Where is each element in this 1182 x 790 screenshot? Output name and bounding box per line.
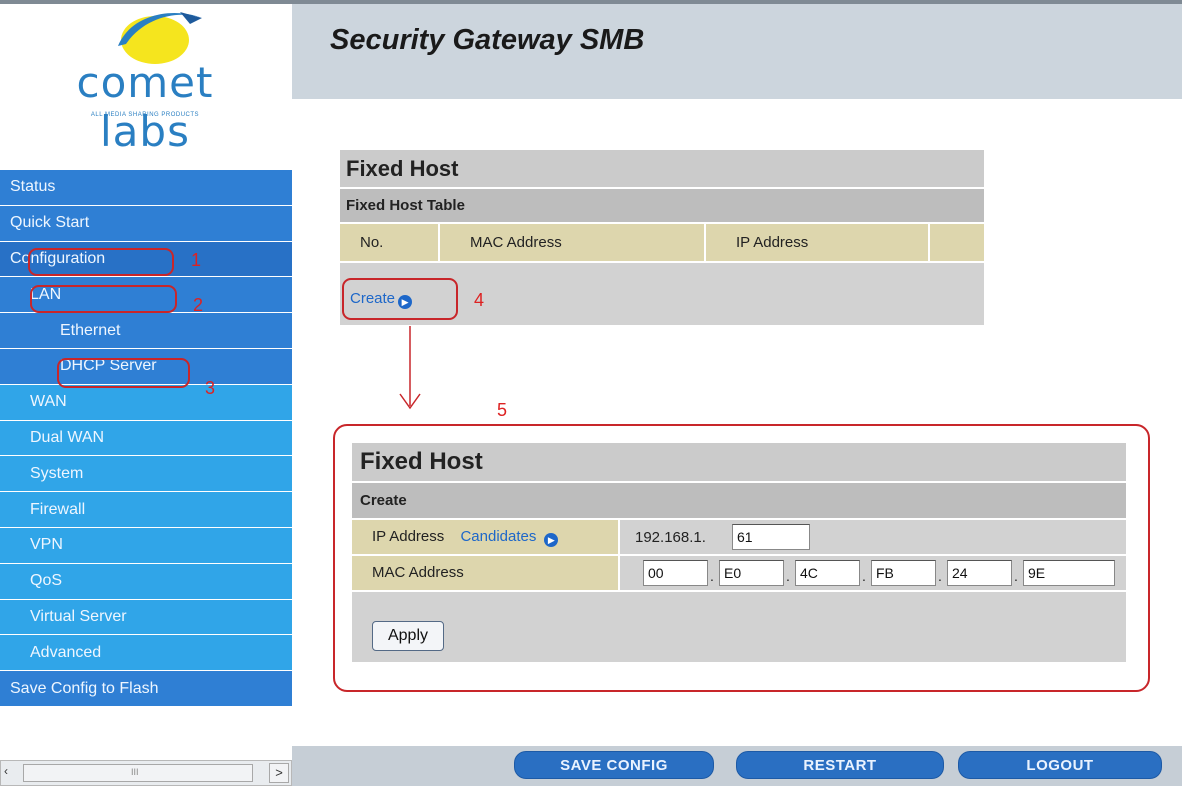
mac-octet-2-input[interactable]: E0 [719, 560, 784, 586]
candidates-link[interactable]: Candidates ▶ [460, 528, 559, 547]
logo-text: comet labs [76, 58, 214, 156]
annotation-number-5: 5 [497, 400, 508, 420]
column-header-ip: IP Address [706, 224, 928, 261]
sidebar-item-label: System [30, 464, 84, 482]
sidebar-item-system[interactable]: System [0, 456, 292, 493]
mac-address-label: MAC Address [372, 564, 464, 581]
highlight-dhcp-server [57, 358, 190, 388]
ip-address-label: IP Address [372, 528, 445, 545]
arrow-down-icon [399, 326, 421, 410]
highlight-lan [30, 285, 177, 313]
sidebar-item-label: VPN [30, 536, 63, 554]
sidebar-item-qos[interactable]: QoS [0, 563, 292, 600]
save-config-button[interactable]: SAVE CONFIG [514, 751, 714, 779]
mac-octet-1-input[interactable]: 00 [643, 560, 708, 586]
sidebar-item-label: Advanced [30, 643, 102, 661]
apply-row [352, 592, 1126, 662]
scroll-left-icon[interactable]: ‹ [4, 764, 8, 778]
column-header-action [930, 224, 984, 261]
fixed-host-table-title: Fixed Host [340, 150, 984, 187]
annotation-number-3: 3 [205, 378, 216, 398]
scroll-right-icon[interactable]: > [269, 763, 289, 783]
sidebar-item-label: Virtual Server [30, 607, 127, 625]
restart-button[interactable]: RESTART [736, 751, 944, 779]
logout-button[interactable]: LOGOUT [958, 751, 1162, 779]
column-header-mac: MAC Address [440, 224, 704, 261]
mac-separator: . [862, 568, 866, 584]
mac-separator: . [786, 568, 790, 584]
mac-octet-6-input[interactable]: 9E [1023, 560, 1115, 586]
scrollbar-grip: III [131, 767, 139, 777]
sidebar-item-label: Save Config to Flash [10, 679, 159, 697]
sidebar-item-advanced[interactable]: Advanced [0, 635, 292, 672]
sidebar-item-label: Firewall [30, 500, 86, 518]
annotation-number-4: 4 [474, 290, 485, 310]
sidebar-item-firewall[interactable]: Firewall [0, 492, 292, 528]
fixed-host-create-title: Fixed Host [352, 443, 1126, 481]
candidates-label: Candidates [460, 528, 537, 545]
mac-octet-5-input[interactable]: 24 [947, 560, 1012, 586]
sidebar-item-ethernet[interactable]: Ethernet [0, 313, 292, 349]
arrow-right-icon: ▶ [544, 533, 559, 547]
sidebar-item-label: Status [10, 178, 56, 196]
fixed-host-table-subtitle: Fixed Host Table [340, 189, 984, 222]
sidebar-item-label: QoS [30, 572, 63, 590]
apply-button[interactable]: Apply [372, 621, 444, 651]
annotation-number-2: 2 [193, 295, 204, 315]
highlight-configuration [28, 248, 174, 276]
sidebar-item-status[interactable]: Status [0, 170, 292, 206]
sidebar-item-label: Ethernet [60, 321, 121, 339]
ip-last-octet-input[interactable]: 61 [732, 524, 810, 550]
sidebar-item-vpn[interactable]: VPN [0, 527, 292, 564]
highlight-create [342, 278, 458, 320]
sidebar-item-label: Quick Start [10, 214, 90, 232]
sidebar-item-label: Dual WAN [30, 428, 105, 446]
column-header-no: No. [340, 224, 438, 261]
mac-octet-3-input[interactable]: 4C [795, 560, 860, 586]
bottom-button-bar: SAVE CONFIG RESTART LOGOUT [292, 746, 1182, 786]
ip-prefix: 192.168.1. [635, 529, 706, 546]
ip-address-label-cell: IP Address Candidates ▶ [352, 520, 618, 554]
sidebar-item-wan[interactable]: WAN [0, 384, 292, 421]
mac-octet-4-input[interactable]: FB [871, 560, 936, 586]
mac-separator: . [938, 568, 942, 584]
logo-tagline: ALL MEDIA SHARING PRODUCTS [90, 112, 200, 118]
fixed-host-create-subtitle: Create [352, 483, 1126, 518]
sidebar-item-dual-wan[interactable]: Dual WAN [0, 420, 292, 457]
mac-separator: . [1014, 568, 1018, 584]
sidebar-item-label: WAN [30, 393, 67, 411]
horizontal-scrollbar[interactable]: ‹ III > [0, 760, 292, 786]
annotation-number-1: 1 [191, 250, 202, 270]
sidebar-item-quick-start[interactable]: Quick Start [0, 205, 292, 242]
sidebar-item-save-config[interactable]: Save Config to Flash [0, 671, 292, 707]
mac-separator: . [710, 568, 714, 584]
logo-globe-icon [118, 12, 202, 64]
mac-address-label-cell: MAC Address [352, 556, 618, 590]
comet-labs-logo: comet labs ALL MEDIA SHARING PRODUCTS [30, 6, 260, 156]
page-title: Security Gateway SMB [330, 24, 645, 56]
sidebar-item-virtual-server[interactable]: Virtual Server [0, 599, 292, 636]
